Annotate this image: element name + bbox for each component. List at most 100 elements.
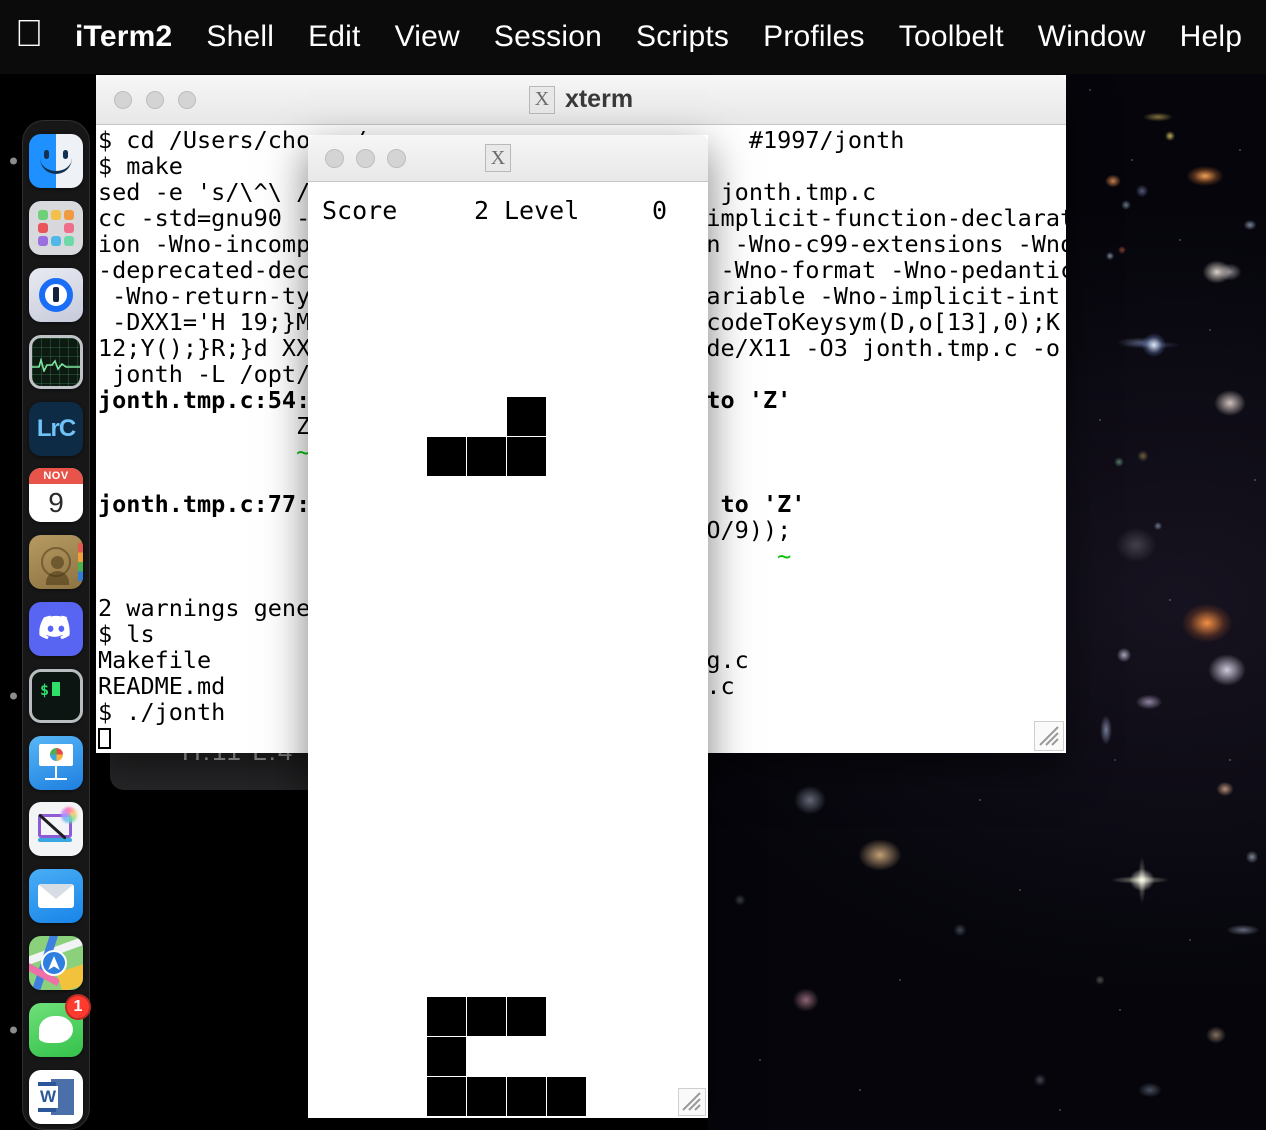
tetris-stack-block — [547, 1077, 586, 1116]
calendar-month: NOV — [29, 468, 83, 485]
menubar-item-edit[interactable]: Edit — [291, 20, 378, 54]
freeform-sparkle — [61, 807, 77, 824]
keynote-icon[interactable] — [29, 735, 83, 790]
menubar-item-profiles[interactable]: Profiles — [746, 20, 882, 54]
word-icon[interactable]: W — [29, 1069, 83, 1124]
dock-item-freeform[interactable] — [23, 797, 89, 862]
launchpad-tile — [64, 223, 74, 234]
discord-icon[interactable] — [29, 601, 83, 656]
tetris-stack-block — [507, 1077, 546, 1116]
dock-item-activity-monitor[interactable] — [23, 329, 89, 394]
xterm-titlebar[interactable]: X xterm — [96, 75, 1066, 125]
menubar-item-scripts[interactable]: Scripts — [619, 20, 746, 54]
mail-envelope — [38, 884, 74, 909]
dock-item-word[interactable]: W — [23, 1064, 89, 1129]
tetris-stack-block — [467, 1077, 506, 1116]
dock-item-mail[interactable] — [23, 864, 89, 929]
calendar-icon[interactable]: NOV 9 — [29, 468, 83, 523]
dock-item-messages[interactable]: 1 — [10, 994, 91, 1062]
menubar-item-help[interactable]: Help — [1163, 20, 1260, 54]
tetris-stack-block — [507, 997, 546, 1036]
navigation-arrow-icon — [48, 955, 60, 970]
finder-icon[interactable] — [29, 134, 83, 189]
tetris-stack-block — [427, 1077, 466, 1116]
xterm-title: xterm — [564, 85, 634, 113]
keynote-base — [45, 777, 67, 780]
xterm-resize-grip[interactable] — [1034, 721, 1064, 751]
launchpad-tile — [38, 210, 48, 221]
launchpad-tile — [64, 210, 74, 221]
x11-logo-icon: X — [485, 144, 511, 172]
dock-item-maps[interactable] — [23, 931, 89, 996]
tetris-titlebar[interactable]: X — [308, 135, 708, 182]
dock-item-finder[interactable] — [10, 129, 89, 194]
launchpad-tile — [64, 236, 74, 247]
tetris-window-controls[interactable] — [308, 148, 406, 168]
1password-key — [53, 287, 59, 303]
menubar-item-shell[interactable]: Shell — [189, 20, 291, 54]
tetris-stack-block — [427, 1037, 466, 1076]
dock-item-discord[interactable] — [23, 597, 89, 662]
keynote-pie-chart — [49, 748, 63, 762]
menubar-item-session[interactable]: Session — [477, 20, 619, 54]
dock-item-contacts[interactable] — [23, 530, 89, 595]
keynote-screen — [39, 743, 73, 766]
menubar-item-window[interactable]: Window — [1021, 20, 1163, 54]
messages-bubble — [39, 1016, 73, 1044]
tetris-stack-block — [427, 997, 466, 1036]
launchpad-icon[interactable] — [29, 201, 83, 256]
word-document: W — [38, 1078, 74, 1115]
1password-icon[interactable] — [29, 267, 83, 322]
activity-ekg-line — [32, 357, 80, 372]
minimize-button[interactable] — [356, 148, 375, 168]
finder-running-indicator — [10, 157, 17, 165]
tetris-falling-block — [427, 437, 466, 476]
messages-running-indicator — [10, 1026, 17, 1034]
tetris-body[interactable]: Score 2 Level 0 — [308, 182, 708, 1118]
desktop: H:11 L:4 X xterm $ cd /Users/chongo/ #19… — [0, 0, 1266, 1130]
dock-item-lightroom-classic[interactable]: LrC — [23, 396, 89, 461]
iterm-prompt: $ — [40, 680, 50, 699]
macos-dock[interactable]: LrC NOV 9 $1 W — [10, 120, 91, 1130]
dock-item-launchpad[interactable] — [23, 196, 89, 261]
close-button[interactable] — [325, 148, 344, 168]
mail-icon[interactable] — [29, 869, 83, 924]
tetris-board[interactable] — [308, 182, 708, 1118]
contacts-tabs — [78, 543, 83, 582]
dock-item-keynote[interactable] — [23, 730, 89, 795]
minimize-button[interactable] — [146, 90, 164, 109]
menubar-item-view[interactable]: View — [378, 20, 477, 54]
close-button[interactable] — [114, 90, 132, 109]
xterm-window-controls[interactable] — [96, 90, 196, 109]
dock-item-calendar[interactable]: NOV 9 — [23, 463, 89, 528]
lightroom-classic-icon[interactable]: LrC — [29, 401, 83, 456]
contacts-avatar — [41, 547, 71, 586]
tetris-window[interactable]: X Score 2 Level 0 — [308, 135, 708, 1118]
x11-logo-icon: X — [528, 85, 555, 114]
dock-item-iterm2[interactable]: $ — [10, 663, 89, 728]
dock-item-1password[interactable] — [23, 263, 89, 328]
tetris-resize-grip[interactable] — [678, 1088, 706, 1116]
tetris-stack-block — [467, 997, 506, 1036]
launchpad-tile — [51, 236, 61, 247]
zoom-button[interactable] — [387, 148, 406, 168]
discord-glyph — [39, 616, 70, 640]
macos-menubar[interactable]:  iTerm2ShellEditViewSessionScriptsProfi… — [0, 0, 1266, 74]
menubar-item-iterm2[interactable]: iTerm2 — [58, 20, 189, 54]
freeform-bar — [38, 838, 72, 843]
iterm2-icon[interactable]: $ — [29, 668, 83, 723]
zoom-button[interactable] — [178, 90, 196, 109]
tetris-falling-block — [507, 437, 546, 476]
maps-icon[interactable] — [29, 935, 83, 990]
1password-ring — [39, 277, 73, 312]
freeform-icon[interactable] — [29, 802, 83, 857]
desktop-bottom-strip — [0, 1120, 708, 1130]
activity-monitor-icon[interactable] — [29, 334, 83, 389]
word-letter: W — [38, 1085, 58, 1108]
tetris-falling-block — [467, 437, 506, 476]
maps-location-arrow — [41, 949, 67, 976]
contacts-icon[interactable] — [29, 535, 83, 590]
menubar-item-toolbelt[interactable]: Toolbelt — [882, 20, 1021, 54]
apple-logo-icon[interactable]:  — [0, 15, 58, 59]
iterm-cursor — [52, 681, 60, 696]
